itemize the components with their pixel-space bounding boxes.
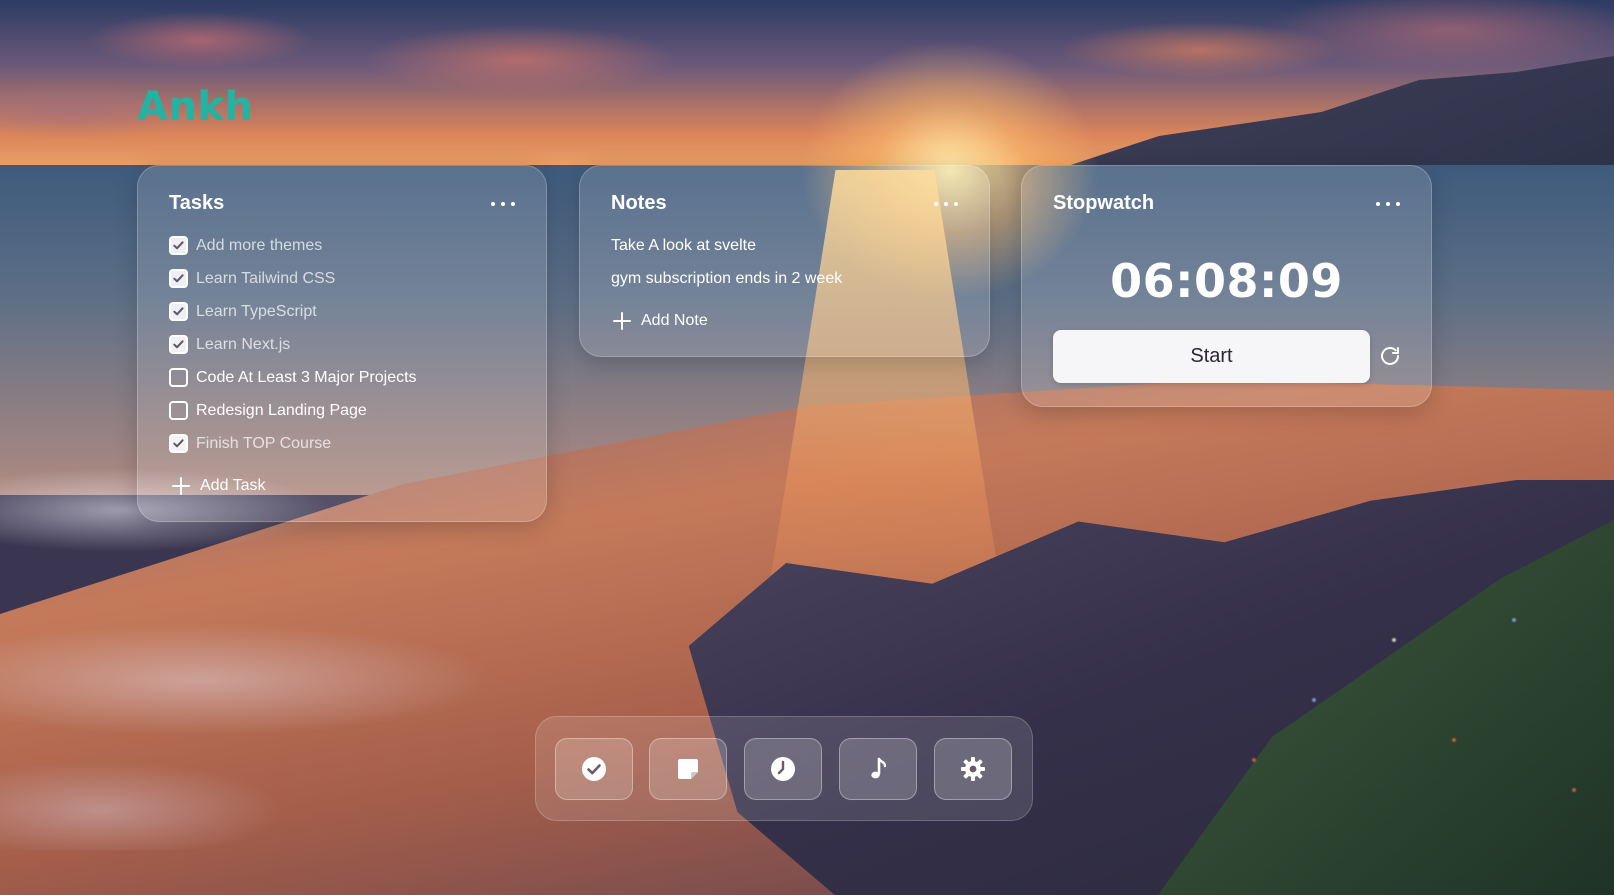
notes-widget: Notes Take A look at svelte gym subscript… <box>579 165 990 357</box>
brand-logo: Ankh <box>137 84 254 130</box>
start-button[interactable]: Start <box>1053 330 1370 383</box>
task-item[interactable]: Code At Least 3 Major Projects <box>169 361 417 394</box>
task-item[interactable]: Learn Next.js <box>169 328 417 361</box>
task-label: Add more themes <box>196 236 323 254</box>
dock <box>535 716 1033 821</box>
dock-notes-button[interactable] <box>649 738 727 800</box>
task-label: Redesign Landing Page <box>196 401 367 419</box>
flowers <box>1194 560 1614 895</box>
checkbox-unchecked[interactable] <box>169 368 188 387</box>
stopwatch-title: Stopwatch <box>1053 192 1155 214</box>
stopwatch-header: Stopwatch <box>1053 192 1400 215</box>
task-label: Learn TypeScript <box>196 302 317 320</box>
dock-settings-button[interactable] <box>934 738 1012 800</box>
check-icon <box>173 340 184 349</box>
plus-icon <box>172 477 190 495</box>
add-note-label: Add Note <box>641 312 708 329</box>
gear-icon <box>961 757 985 781</box>
check-icon <box>173 241 184 250</box>
note-item[interactable]: Take A look at svelte <box>611 229 842 262</box>
refresh-icon[interactable] <box>1378 344 1402 368</box>
tasks-more-icon[interactable] <box>491 194 515 214</box>
stopwatch-widget: Stopwatch 06:08:09 Start <box>1021 165 1432 407</box>
sticky-note-icon <box>678 759 698 779</box>
check-icon <box>173 274 184 283</box>
checkbox-checked[interactable] <box>169 302 188 321</box>
check-circle-icon <box>582 757 606 781</box>
note-item[interactable]: gym subscription ends in 2 week <box>611 262 842 295</box>
notes-header: Notes <box>611 192 958 215</box>
tasks-title: Tasks <box>169 192 225 214</box>
tasks-widget: Tasks Add more themes Learn Tailwind CSS L… <box>137 165 547 522</box>
tasks-header: Tasks <box>169 192 515 215</box>
notes-title: Notes <box>611 192 667 214</box>
checkbox-checked[interactable] <box>169 434 188 453</box>
plus-icon <box>613 312 631 330</box>
note-list: Take A look at svelte gym subscription en… <box>611 229 842 295</box>
task-label: Code At Least 3 Major Projects <box>196 368 417 386</box>
task-list: Add more themes Learn Tailwind CSS Learn T… <box>169 229 417 460</box>
check-icon <box>173 307 184 316</box>
task-label: Learn Next.js <box>196 335 291 353</box>
add-task-label: Add Task <box>200 477 266 494</box>
dock-tasks-button[interactable] <box>555 738 633 800</box>
checkbox-checked[interactable] <box>169 335 188 354</box>
task-label: Finish TOP Course <box>196 434 332 452</box>
dock-music-button[interactable] <box>839 738 917 800</box>
notes-more-icon[interactable] <box>934 194 958 214</box>
checkbox-checked[interactable] <box>169 269 188 288</box>
add-task-button[interactable]: Add Task <box>172 477 266 495</box>
add-note-button[interactable]: Add Note <box>613 312 708 330</box>
stopwatch-time: 06:08:09 <box>1110 254 1343 308</box>
task-item[interactable]: Add more themes <box>169 229 417 262</box>
checkbox-unchecked[interactable] <box>169 401 188 420</box>
stopwatch-more-icon[interactable] <box>1376 194 1400 214</box>
checkbox-checked[interactable] <box>169 236 188 255</box>
dock-stopwatch-button[interactable] <box>744 738 822 800</box>
task-item[interactable]: Learn TypeScript <box>169 295 417 328</box>
check-icon <box>173 439 184 448</box>
task-item[interactable]: Redesign Landing Page <box>169 394 417 427</box>
music-note-icon <box>871 757 887 779</box>
task-item[interactable]: Learn Tailwind CSS <box>169 262 417 295</box>
task-label: Learn Tailwind CSS <box>196 269 336 287</box>
task-item[interactable]: Finish TOP Course <box>169 427 417 460</box>
clock-icon <box>771 757 795 781</box>
